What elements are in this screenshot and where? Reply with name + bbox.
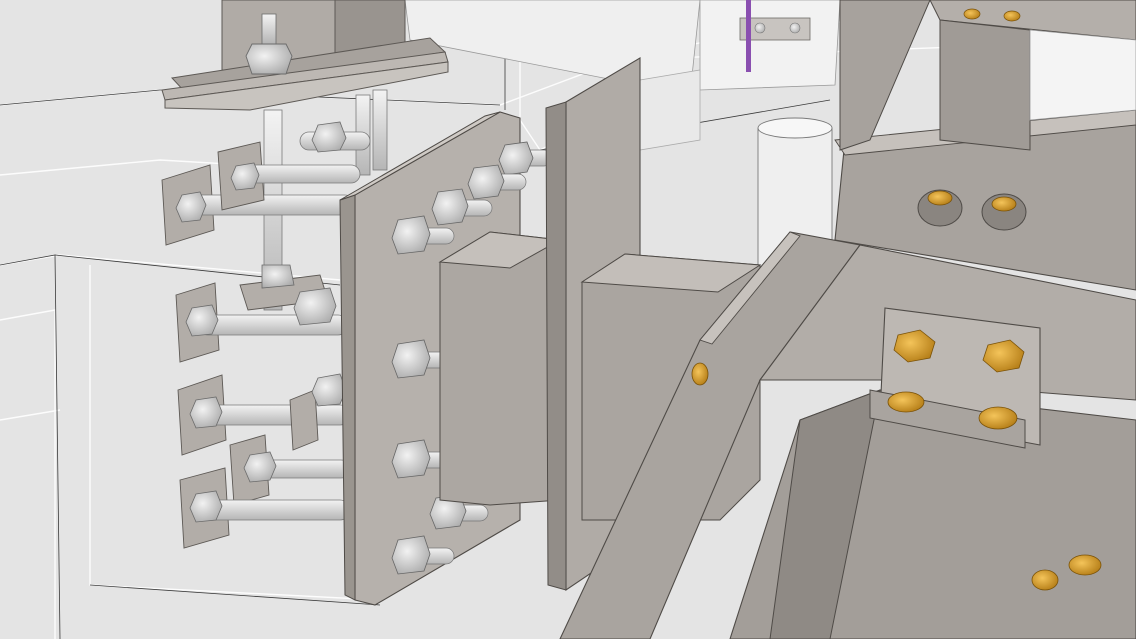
steel-connection-3d-view (0, 0, 1136, 639)
brass-bolt-icon (1068, 554, 1102, 576)
brass-bolt-icon (887, 391, 925, 413)
brass-bolt-icon (927, 190, 953, 206)
brass-bolt-icon (991, 196, 1017, 212)
brass-bolt-icon (1003, 10, 1021, 22)
bolt-icon (245, 43, 293, 75)
brass-bolt-icon (963, 8, 981, 20)
brass-bolt-icon (1031, 569, 1059, 591)
purple-rod (746, 0, 751, 72)
top-anchor-rod (261, 13, 277, 45)
brass-bolt-icon (978, 406, 1018, 430)
beam-stub (438, 231, 562, 506)
brass-bolt-icon (691, 362, 709, 386)
